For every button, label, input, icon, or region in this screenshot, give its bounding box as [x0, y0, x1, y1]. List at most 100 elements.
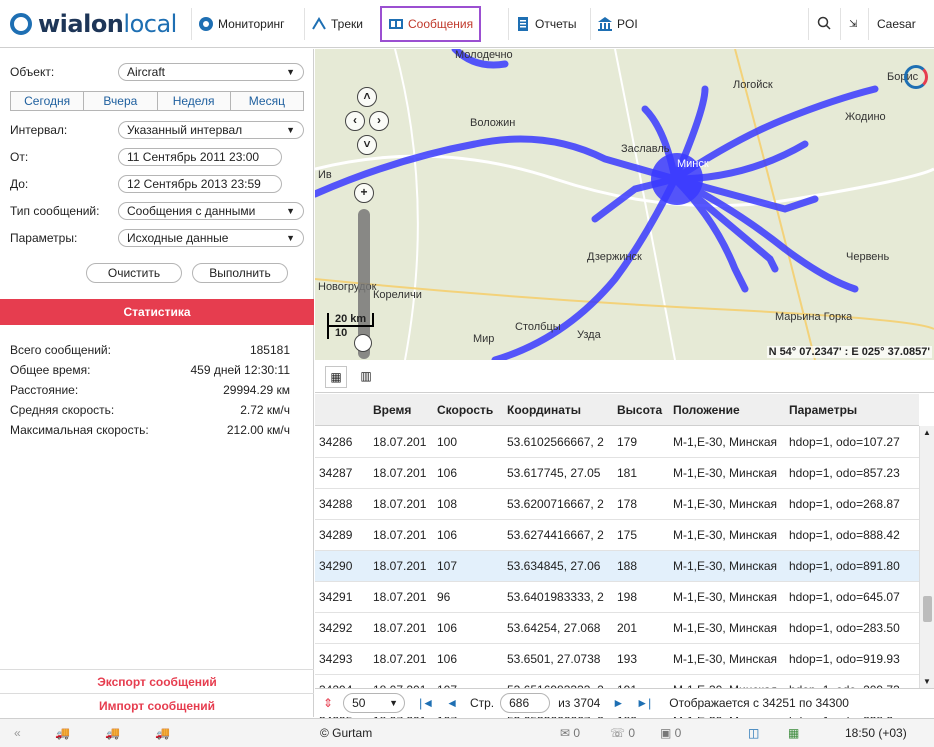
table-cell: 179 [617, 435, 638, 449]
msgtype-value: Сообщения с данными [127, 204, 256, 218]
from-date-field[interactable]: 11 Сентябрь 2011 23:00 [118, 148, 282, 166]
stat-row: Максимальная скорость: 212.00 км/ч [10, 423, 290, 439]
prev-page-button[interactable]: ◄ [446, 696, 458, 710]
table-view-button[interactable]: ▦ [325, 366, 347, 388]
table-row[interactable]: 34287 18.07.201 106 53.617745, 27.05 181 М-1,… [315, 458, 919, 489]
col-header-coords[interactable]: Координаты [503, 394, 613, 425]
search-button[interactable] [808, 8, 839, 40]
unit-name-truck-icon[interactable]: 🚚 [105, 726, 120, 740]
chevron-left-icon: ‹ [353, 113, 357, 127]
pan-up-button[interactable]: ˄ [357, 87, 377, 107]
per-page-value: 50 [352, 696, 366, 710]
col-header-time[interactable]: Время [369, 394, 433, 425]
table-cell: 34293 [319, 652, 353, 666]
table-cell: М-1,Е-30, Минская [673, 621, 778, 635]
chart-view-button[interactable]: ▥ [355, 366, 377, 388]
plus-icon: + [360, 185, 368, 199]
nav-monitoring[interactable]: Мониторинг [191, 8, 291, 40]
import-messages-button[interactable]: Импорт сообщений [0, 693, 314, 717]
nav-poi[interactable]: POI [590, 8, 644, 40]
first-page-button[interactable]: |◄ [419, 696, 434, 710]
table-cell: 18.07.201 [373, 497, 427, 511]
table-cell: М-1,Е-30, Минская [673, 559, 778, 573]
stat-row: Средняя скорость: 2.72 км/ч [10, 403, 290, 419]
table-cell: 181 [617, 466, 638, 480]
table-cell: 53.6401983333, 2 [507, 590, 604, 604]
interval-select[interactable]: Указанный интервал ▼ [118, 121, 304, 139]
col-header-index[interactable] [315, 394, 369, 425]
table-row[interactable]: 34292 18.07.201 106 53.64254, 27.068 201 М-1,… [315, 613, 919, 644]
table-scrollbar[interactable]: ▲ ▼ [919, 426, 934, 688]
table-cell: 175 [617, 528, 638, 542]
chevron-up-icon: ˄ [363, 89, 371, 103]
to-date-field[interactable]: 12 Сентябрь 2013 23:59 [118, 175, 282, 193]
table-cell: 106 [437, 528, 458, 542]
nav-tracks[interactable]: Треки [304, 8, 369, 40]
layout-icon[interactable]: ◫ [748, 726, 759, 740]
object-label: Объект: [10, 65, 55, 79]
col-header-location[interactable]: Положение [669, 394, 785, 425]
resize-icon[interactable]: ⇕ [323, 696, 333, 710]
messages-counter-icon[interactable]: ✉ 0 [560, 726, 580, 740]
logo-text: wialonlocal [38, 10, 177, 38]
table-cell: 34291 [319, 590, 353, 604]
table-row[interactable]: 34286 18.07.201 100 53.6102566667, 2 179 М-1,… [315, 427, 919, 458]
user-menu[interactable]: Caesar [868, 8, 924, 40]
sms-counter-icon[interactable]: ☏ 0 [610, 726, 635, 740]
dropdown-arrow-icon: ▼ [286, 67, 295, 77]
gurtam-link[interactable]: © Gurtam [320, 726, 372, 740]
stat-row: Всего сообщений: 185181 [10, 343, 290, 359]
clear-button[interactable]: Очистить [86, 263, 182, 283]
table-row[interactable]: 34293 18.07.201 106 53.6501, 27.0738 193 М-1,… [315, 644, 919, 675]
showing-range: Отображается с 34251 по 34300 [669, 696, 849, 710]
table-cell: 193 [617, 652, 638, 666]
period-month-button[interactable]: Месяц [229, 91, 304, 111]
col-header-altitude[interactable]: Высота [613, 394, 669, 425]
table-row[interactable]: 34289 18.07.201 106 53.6274416667, 2 175 М-1,… [315, 520, 919, 551]
params-select[interactable]: Исходные данные ▼ [118, 229, 304, 247]
col-header-params[interactable]: Параметры [785, 394, 919, 425]
table-row[interactable]: 34288 18.07.201 108 53.6200716667, 2 178 М-1,… [315, 489, 919, 520]
nav-reports[interactable]: Отчеты [508, 8, 582, 40]
period-week-button[interactable]: Неделя [156, 91, 230, 111]
table-cell: 34286 [319, 435, 353, 449]
export-messages-button[interactable]: Экспорт сообщений [0, 669, 314, 693]
map-view[interactable]: Молодечно Логойск Борис Жодино Воложин З… [315, 49, 934, 360]
pan-left-button[interactable]: ‹ [345, 111, 365, 131]
scroll-thumb[interactable] [923, 596, 932, 622]
wialon-logo[interactable]: wialonlocal [10, 10, 177, 38]
image-counter-icon[interactable]: ▣ 0 [660, 726, 681, 740]
pan-right-button[interactable]: › [369, 111, 389, 131]
table-row[interactable]: 34290 18.07.201 107 53.634845, 27.06 188 М-1,… [315, 551, 919, 582]
map-label: Червень [846, 251, 890, 263]
msgtype-select[interactable]: Сообщения с данными ▼ [118, 202, 304, 220]
collapse-left-icon[interactable]: « [14, 726, 21, 740]
zoom-in-button[interactable]: + [354, 183, 374, 203]
table-cell: 100 [437, 435, 458, 449]
unit-truck-icon[interactable]: 🚚 [55, 726, 70, 740]
per-page-select[interactable]: 50 ▼ [343, 693, 406, 713]
calendar-icon[interactable]: ▦ [788, 726, 799, 740]
user-name: Caesar [877, 17, 916, 31]
pan-down-button[interactable]: ˅ [357, 135, 377, 155]
scroll-down-icon: ▼ [923, 677, 931, 686]
next-page-button[interactable]: ► [612, 696, 624, 710]
poi-icon [597, 16, 613, 32]
col-header-speed[interactable]: Скорость [433, 394, 503, 425]
nav-messages[interactable]: Сообщения [380, 6, 482, 42]
table-cell: М-1,Е-30, Минская [673, 466, 778, 480]
last-page-button[interactable]: ►| [636, 696, 651, 710]
unit-export-truck-icon[interactable]: 🚚 [155, 726, 170, 740]
stat-value: 29994.29 км [223, 383, 290, 397]
object-select[interactable]: Aircraft ▼ [118, 63, 304, 81]
period-today-button[interactable]: Сегодня [10, 91, 84, 111]
table-cell: 53.6102566667, 2 [507, 435, 604, 449]
period-yesterday-button[interactable]: Вчера [83, 91, 157, 111]
table-icon: ▦ [330, 370, 342, 384]
table-cell: hdop=1, odo=888.42 [789, 528, 900, 542]
table-row[interactable]: 34291 18.07.201 96 53.6401983333, 2 198 М-1,Е… [315, 582, 919, 613]
run-button[interactable]: Выполнить [192, 263, 288, 283]
page-input[interactable]: 686 [500, 693, 551, 713]
table-cell: 18.07.201 [373, 528, 427, 542]
collapse-button[interactable]: ⇲ [840, 8, 865, 40]
